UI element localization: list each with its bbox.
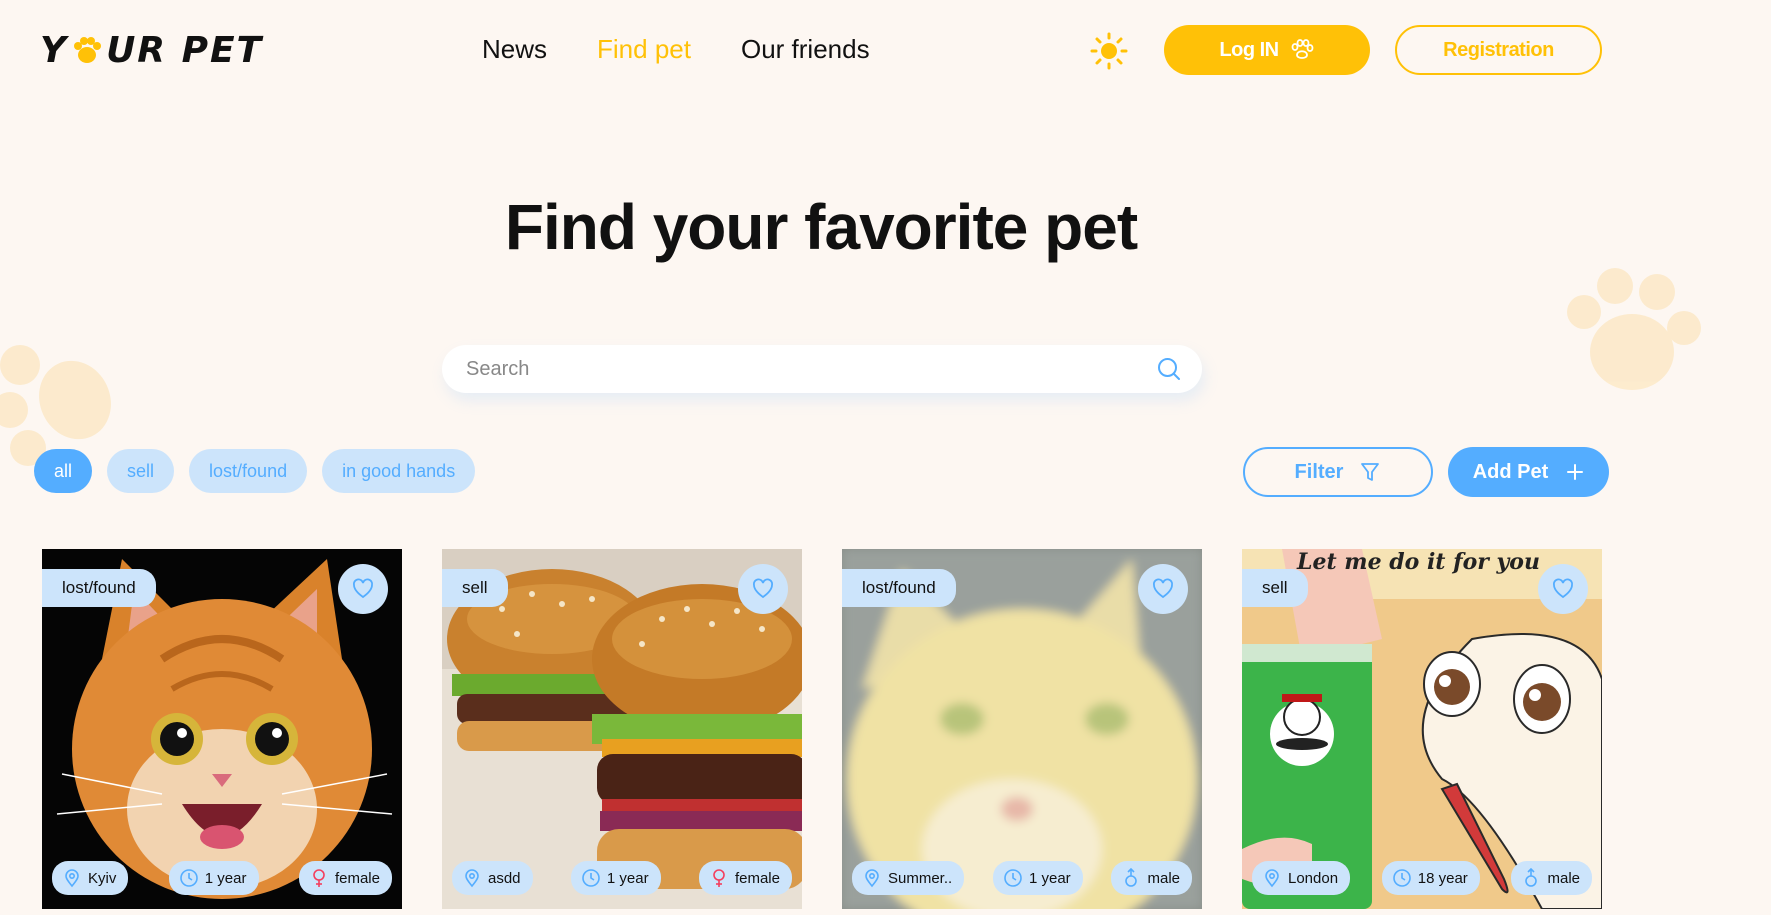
pet-gender-text: male	[1147, 869, 1180, 887]
favorite-heart-button[interactable]	[1538, 564, 1588, 614]
pet-gender-text: female	[334, 869, 380, 887]
filter-icon	[1361, 463, 1380, 481]
pet-category-badge: lost/found	[842, 569, 956, 607]
site-header: Y UR PET News Find pet Our friends Log I…	[0, 0, 1771, 100]
pet-card[interactable]: lost/found Summer.. 1 year male	[842, 549, 1202, 909]
pet-gender: male	[1111, 861, 1192, 895]
heart-icon	[1553, 578, 1573, 599]
heart-icon	[753, 578, 773, 599]
favorite-heart-button[interactable]	[738, 564, 788, 614]
pet-gender-text: male	[1547, 869, 1580, 887]
clock-icon	[1004, 869, 1022, 887]
search-icon[interactable]	[1156, 356, 1182, 382]
pet-location-text: Summer..	[888, 869, 953, 887]
search-input[interactable]	[466, 357, 1156, 381]
pet-age: 1 year	[168, 861, 259, 895]
pet-location-text: asdd	[488, 869, 521, 887]
login-button[interactable]: Log IN	[1164, 25, 1370, 75]
male-icon	[1525, 868, 1538, 887]
pet-location-text: London	[1288, 869, 1339, 887]
clock-icon	[582, 869, 600, 887]
logo-text: UR PET	[106, 29, 264, 71]
nav-news[interactable]: News	[482, 34, 547, 65]
nav-our-friends[interactable]: Our friends	[741, 34, 870, 65]
pet-age-text: 18 year	[1417, 869, 1468, 887]
heart-icon	[353, 578, 373, 599]
add-pet-label: Add Pet	[1472, 460, 1549, 483]
meme-caption: Let me do it for you	[1296, 549, 1540, 575]
chip-lost-found[interactable]: lost/found	[189, 449, 308, 493]
female-icon	[713, 869, 725, 887]
main-nav: News Find pet Our friends	[482, 34, 870, 65]
pet-info-row: Kyiv 1 year female	[52, 861, 392, 895]
pet-category-badge: sell	[1242, 569, 1308, 607]
pet-gender: male	[1511, 861, 1592, 895]
pet-gender-text: female	[734, 869, 780, 887]
heart-icon	[1153, 578, 1173, 599]
pet-location-text: Kyiv	[88, 869, 117, 887]
filter-button[interactable]: Filter	[1243, 447, 1433, 497]
page-title: Find your favorite pet	[504, 191, 1138, 263]
theme-toggle-sun-icon[interactable]	[1090, 32, 1128, 70]
chip-in-good-hands[interactable]: in good hands	[322, 449, 476, 493]
pet-age-text: 1 year	[606, 869, 649, 887]
pet-card[interactable]: sell asdd 1 year female	[442, 549, 802, 909]
logo-paw-icon	[70, 33, 104, 67]
male-icon	[1125, 868, 1138, 887]
paw-icon	[1291, 39, 1314, 59]
login-label: Log IN	[1219, 38, 1279, 61]
registration-button[interactable]: Registration	[1395, 25, 1602, 75]
site-logo[interactable]: Y UR PET	[40, 29, 264, 71]
search-bar	[442, 345, 1202, 393]
pet-card[interactable]: lost/found Kyiv 1 year female	[42, 549, 402, 909]
clock-icon	[1392, 869, 1411, 887]
pet-card[interactable]: Let me do it for you sell London 18 year…	[1242, 549, 1602, 909]
pet-age: 1 year	[570, 861, 661, 895]
pet-category-badge: sell	[442, 569, 508, 607]
add-pet-button[interactable]: Add Pet	[1448, 447, 1609, 497]
category-filter: all sell lost/found in good hands	[34, 449, 476, 493]
chip-all[interactable]: all	[34, 449, 93, 493]
favorite-heart-button[interactable]	[1138, 564, 1188, 614]
pet-location: Summer..	[852, 861, 965, 895]
pet-info-row: Summer.. 1 year male	[852, 861, 1192, 895]
pet-gender: female	[698, 861, 792, 895]
pet-age: 18 year	[1381, 861, 1480, 895]
nav-find-pet[interactable]: Find pet	[597, 34, 691, 65]
pet-location: Kyiv	[52, 861, 129, 895]
decorative-paw-right-icon	[1567, 268, 1701, 390]
chip-sell[interactable]: sell	[107, 449, 175, 493]
female-icon	[313, 869, 325, 887]
clock-icon	[179, 869, 198, 887]
pet-info-row: asdd 1 year female	[452, 861, 792, 895]
favorite-heart-button[interactable]	[338, 564, 388, 614]
location-pin-icon	[1265, 869, 1279, 888]
pet-age-text: 1 year	[204, 869, 247, 887]
pet-age-text: 1 year	[1028, 869, 1071, 887]
pet-info-row: London 18 year male	[1252, 861, 1592, 895]
location-pin-icon	[465, 869, 479, 888]
pet-location: London	[1252, 861, 1351, 895]
pet-category-badge: lost/found	[42, 569, 156, 607]
pet-gender: female	[298, 861, 392, 895]
filter-label: Filter	[1294, 460, 1344, 483]
location-pin-icon	[865, 869, 879, 888]
logo-letter-y: Y	[40, 29, 69, 71]
plus-icon	[1567, 464, 1584, 480]
pet-age: 1 year	[992, 861, 1083, 895]
location-pin-icon	[65, 869, 79, 888]
pet-location: asdd	[452, 861, 533, 895]
